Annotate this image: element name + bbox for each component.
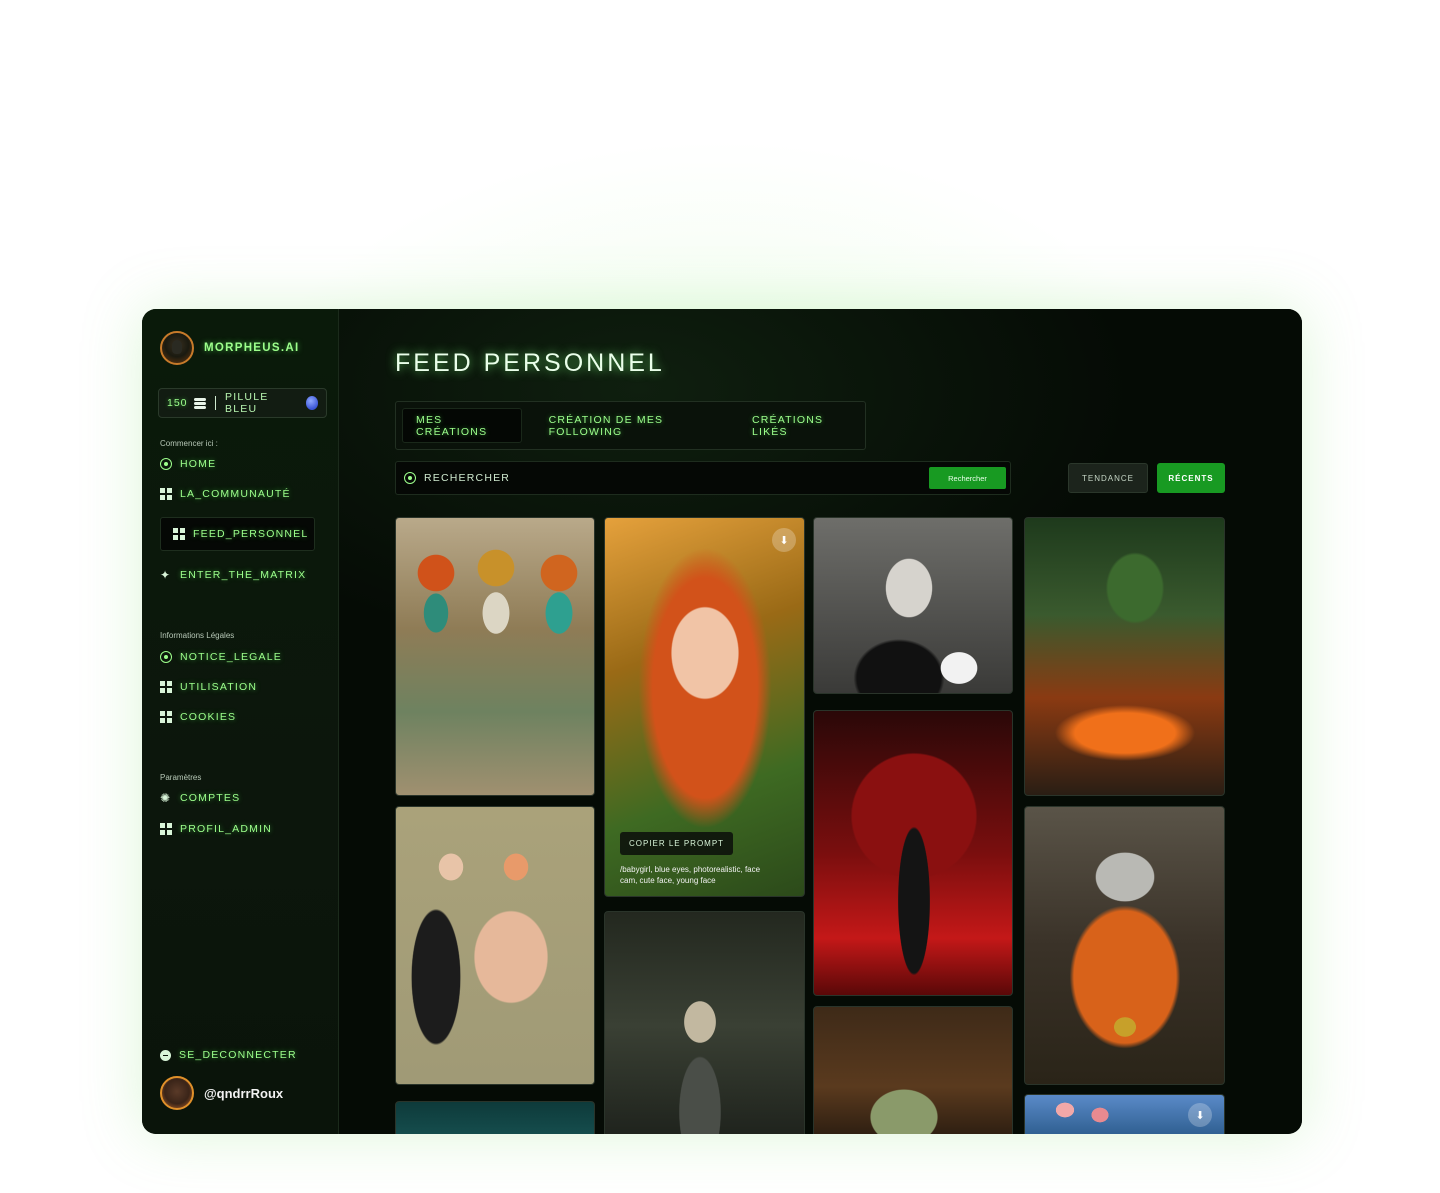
gear-icon: ✺ bbox=[160, 791, 172, 805]
credits-amount: 150 bbox=[167, 397, 188, 409]
grid-icon bbox=[173, 528, 185, 540]
sidebar-item-label: ENTER_THE_MATRIX bbox=[180, 569, 307, 581]
sidebar-item-feed-personnel[interactable]: FEED_PERSONNEL bbox=[160, 517, 315, 551]
main-content: FEED PERSONNEL MES CRÉATIONS CRÉATION DE… bbox=[339, 309, 1302, 1134]
blue-pill-icon bbox=[305, 396, 319, 410]
search-icon bbox=[404, 472, 416, 484]
logout-icon bbox=[160, 1049, 171, 1061]
image-card[interactable] bbox=[813, 517, 1013, 694]
sidebar-item-label: LA_COMMUNAUTÉ bbox=[180, 488, 291, 500]
user-profile[interactable]: @qndrrRoux bbox=[160, 1076, 283, 1110]
image-card[interactable] bbox=[395, 1101, 595, 1134]
brand[interactable]: MORPHEUS.AI bbox=[160, 331, 299, 365]
sidebar-item-label: COOKIES bbox=[180, 711, 237, 723]
sidebar-item-label: SE_DECONNECTER bbox=[179, 1049, 297, 1061]
brand-name: MORPHEUS.AI bbox=[204, 342, 300, 354]
sidebar-item-cookies[interactable]: COOKIES bbox=[160, 711, 236, 723]
search-button[interactable]: Rechercher bbox=[929, 467, 1006, 489]
sidebar-item-label: NOTICE_LEGALE bbox=[180, 651, 282, 663]
sidebar-item-notice-legale[interactable]: NOTICE_LEGALE bbox=[160, 651, 282, 663]
image-card[interactable] bbox=[395, 806, 595, 1085]
grid-icon bbox=[160, 711, 172, 723]
tab-creations-likes[interactable]: CRÉATIONS LIKÉS bbox=[739, 408, 865, 443]
prompt-text: /babygirl, blue eyes, photorealistic, fa… bbox=[620, 865, 761, 885]
section-label-legal: Informations Légales bbox=[160, 631, 235, 640]
sidebar-item-home[interactable]: HOME bbox=[160, 458, 216, 470]
tab-following[interactable]: CRÉATION DE MES FOLLOWING bbox=[536, 408, 735, 443]
image-card[interactable]: ⬇ bbox=[1024, 1094, 1225, 1134]
sidebar-item-utilisation[interactable]: UTILISATION bbox=[160, 681, 257, 693]
section-label-start: Commencer ici : bbox=[160, 439, 218, 448]
sidebar-item-label: COMPTES bbox=[180, 792, 241, 804]
section-label-settings: Paramètres bbox=[160, 773, 202, 782]
sidebar-item-profil-admin[interactable]: PROFIL_ADMIN bbox=[160, 823, 272, 835]
image-card[interactable] bbox=[1024, 517, 1225, 796]
avatar bbox=[160, 1076, 194, 1110]
image-card[interactable] bbox=[1024, 806, 1225, 1085]
plan-label: PILULE BLEU bbox=[225, 391, 269, 415]
brand-avatar bbox=[160, 331, 194, 365]
sparkle-icon: ✦ bbox=[160, 568, 172, 582]
image-card[interactable] bbox=[813, 1006, 1013, 1134]
filter-trending-button[interactable]: TENDANCE bbox=[1068, 463, 1148, 493]
user-handle: @qndrrRoux bbox=[204, 1085, 284, 1101]
sidebar-item-label: HOME bbox=[180, 458, 217, 470]
search-bar[interactable]: RECHERCHER Rechercher bbox=[395, 461, 1011, 495]
tab-mes-creations[interactable]: MES CRÉATIONS bbox=[402, 408, 522, 443]
sidebar-item-communaute[interactable]: LA_COMMUNAUTÉ bbox=[160, 488, 291, 500]
image-card-hovered[interactable]: ⬇ COPIER LE PROMPT /babygirl, blue eyes,… bbox=[604, 517, 805, 897]
copy-prompt-button[interactable]: COPIER LE PROMPT bbox=[620, 832, 733, 855]
page-title: FEED PERSONNEL bbox=[395, 349, 665, 377]
grid-icon bbox=[160, 681, 172, 693]
app-window: MORPHEUS.AI 150 PILULE BLEU Commencer ic… bbox=[142, 309, 1302, 1134]
target-icon bbox=[160, 458, 172, 470]
coins-icon bbox=[193, 398, 206, 409]
download-icon[interactable]: ⬇ bbox=[772, 528, 796, 552]
search-input[interactable]: RECHERCHER bbox=[424, 472, 510, 484]
sidebar: MORPHEUS.AI 150 PILULE BLEU Commencer ic… bbox=[142, 309, 339, 1134]
grid-icon bbox=[160, 823, 172, 835]
sidebar-item-label: FEED_PERSONNEL bbox=[193, 528, 309, 540]
image-card[interactable] bbox=[604, 911, 805, 1134]
filter-recent-button[interactable]: RÉCENTS bbox=[1157, 463, 1225, 493]
grid-icon bbox=[160, 488, 172, 500]
image-card[interactable] bbox=[813, 710, 1013, 996]
download-icon[interactable]: ⬇ bbox=[1188, 1103, 1212, 1127]
sidebar-item-comptes[interactable]: ✺ COMPTES bbox=[160, 792, 240, 804]
sidebar-item-label: UTILISATION bbox=[180, 681, 258, 693]
credits-divider bbox=[215, 396, 217, 410]
target-icon bbox=[160, 651, 172, 663]
credits-badge[interactable]: 150 PILULE BLEU bbox=[158, 388, 327, 418]
sidebar-item-enter-the-matrix[interactable]: ✦ ENTER_THE_MATRIX bbox=[160, 569, 306, 581]
sidebar-item-label: PROFIL_ADMIN bbox=[180, 823, 272, 835]
logout-button[interactable]: SE_DECONNECTER bbox=[160, 1049, 297, 1061]
tab-bar: MES CRÉATIONS CRÉATION DE MES FOLLOWING … bbox=[395, 401, 866, 450]
image-card[interactable] bbox=[395, 517, 595, 796]
